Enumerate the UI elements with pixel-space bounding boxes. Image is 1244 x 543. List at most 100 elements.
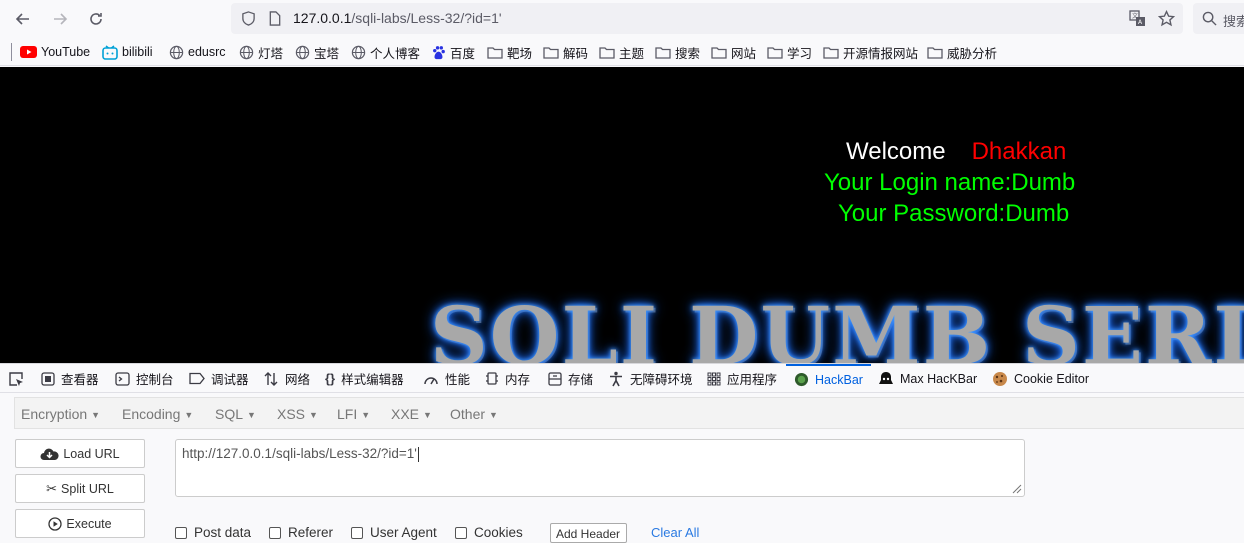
scissors-icon: ✂ — [46, 480, 58, 496]
globe-icon — [169, 45, 184, 59]
element-picker-button[interactable] — [8, 364, 24, 393]
back-button[interactable] — [10, 6, 36, 32]
bookmark-bilibili[interactable]: bilibili — [102, 43, 153, 61]
bookmark-label: bilibili — [122, 45, 153, 59]
forward-button[interactable] — [47, 6, 73, 32]
play-icon — [48, 516, 63, 531]
bookmark-baota[interactable]: 宝塔 — [295, 43, 339, 61]
checkbox[interactable] — [455, 526, 467, 539]
search-placeholder: 搜索 — [1223, 15, 1244, 30]
bookmark-edusrc[interactable]: edusrc — [169, 43, 226, 61]
bookmark-label: 主题 — [619, 46, 645, 61]
page-content: Welcome Dhakkan Your Login name:Dumb Your… — [0, 67, 1244, 363]
page-icon[interactable] — [268, 11, 282, 26]
tab-accessibility[interactable]: 无障碍环境 — [608, 364, 693, 393]
globe-icon — [295, 45, 310, 59]
bookmarks-separator — [11, 43, 12, 61]
menu-xss[interactable]: XSS ▼ — [277, 406, 318, 422]
bookmark-dengta[interactable]: 灯塔 — [239, 43, 283, 61]
accessibility-icon — [610, 371, 622, 386]
tab-cookie-editor[interactable]: Cookie Editor — [992, 364, 1089, 393]
star-icon[interactable] — [1158, 10, 1175, 27]
bookmark-label: 网站 — [731, 46, 757, 61]
bookmark-folder-range[interactable]: 靶场 — [487, 43, 532, 61]
bookmark-folder-theme[interactable]: 主题 — [599, 43, 644, 61]
bookmark-folder-search[interactable]: 搜索 — [655, 43, 700, 61]
checkbox[interactable] — [351, 526, 363, 539]
forward-arrow-icon — [54, 13, 68, 25]
split-url-button[interactable]: ✂ Split URL — [15, 474, 145, 503]
option-referer[interactable]: Referer — [269, 525, 333, 540]
bookmark-folder-decode[interactable]: 解码 — [543, 43, 588, 61]
url-bar[interactable]: 127.0.0.1/sqli-labs/Less-32/?id=1' 文A — [231, 3, 1183, 34]
tab-performance[interactable]: 性能 — [423, 364, 470, 393]
menu-encryption[interactable]: Encryption ▼ — [21, 406, 100, 422]
tab-memory[interactable]: 内存 — [485, 364, 530, 393]
url-text[interactable]: 127.0.0.1/sqli-labs/Less-32/?id=1' — [293, 10, 502, 26]
tab-application[interactable]: 应用程序 — [707, 364, 777, 393]
execute-button[interactable]: Execute — [15, 509, 145, 538]
cloud-download-icon — [40, 448, 59, 460]
sqli-banner-logo: SQLI DUMB SERIES — [430, 289, 1244, 363]
checkbox[interactable] — [175, 526, 187, 539]
reload-button[interactable] — [83, 6, 109, 32]
caret-down-icon: ▼ — [247, 410, 256, 421]
tab-max-hackbar[interactable]: Max HacKBar — [878, 364, 977, 393]
option-label: Cookies — [474, 525, 523, 540]
resize-grip-icon[interactable] — [1010, 482, 1022, 494]
tab-inspector[interactable]: 查看器 — [41, 364, 99, 393]
add-header-button[interactable]: Add Header — [550, 523, 627, 543]
tab-style-editor[interactable]: {} 样式编辑器 — [325, 364, 404, 393]
tab-network[interactable]: 网络 — [263, 364, 310, 393]
caret-down-icon: ▼ — [361, 410, 371, 421]
load-url-button[interactable]: Load URL — [15, 439, 145, 468]
tab-hackbar[interactable]: HackBar — [786, 364, 871, 393]
menu-other[interactable]: Other ▼ — [450, 406, 498, 422]
shield-icon[interactable] — [241, 11, 256, 26]
hackbar-panel: Encryption ▼ Encoding ▼ SQL ▼ XSS ▼ LFI ▼ XXE… — [0, 393, 1244, 543]
text-cursor — [417, 446, 419, 462]
menu-xxe[interactable]: XXE ▼ — [391, 406, 432, 422]
devtools-toolbar: 查看器 控制台 调试器 网络 {} 样式编辑器 性能 内存 存储 无障碍环境 应… — [0, 363, 1244, 393]
picker-icon — [9, 371, 23, 386]
folder-icon — [711, 46, 727, 59]
option-post-data[interactable]: Post data — [175, 525, 251, 540]
bookmark-label: 搜索 — [675, 46, 701, 61]
memory-icon — [486, 372, 498, 385]
tab-label: 控制台 — [136, 373, 174, 387]
translate-icon[interactable]: 文A — [1129, 10, 1146, 27]
bookmark-folder-sites[interactable]: 网站 — [711, 43, 756, 61]
bookmark-folder-osint[interactable]: 开源情报网站 — [823, 43, 918, 61]
globe-icon — [351, 45, 366, 59]
menu-label: XXE — [391, 406, 420, 422]
tab-storage[interactable]: 存储 — [548, 364, 593, 393]
option-label: User Agent — [370, 525, 437, 540]
bookmark-label: 百度 — [450, 46, 476, 61]
bookmark-folder-threat[interactable]: 威胁分析 — [927, 43, 997, 61]
url-host: 127.0.0.1 — [293, 10, 352, 26]
globe-icon — [239, 45, 254, 59]
tab-debugger[interactable]: 调试器 — [189, 364, 249, 393]
bookmark-blog[interactable]: 个人博客 — [351, 43, 420, 61]
bookmark-baidu[interactable]: 百度 — [431, 43, 475, 61]
tab-label: Cookie Editor — [1014, 371, 1090, 386]
menu-encoding[interactable]: Encoding ▼ — [122, 406, 193, 422]
navigation-toolbar: 127.0.0.1/sqli-labs/Less-32/?id=1' 文A 搜索 — [0, 0, 1244, 37]
caret-down-icon: ▼ — [489, 410, 498, 421]
bookmark-folder-study[interactable]: 学习 — [767, 43, 812, 61]
network-icon — [264, 371, 278, 386]
hackbar-url-textarea[interactable]: http://127.0.0.1/sqli-labs/Less-32/?id=1… — [175, 439, 1025, 497]
menu-lfi[interactable]: LFI ▼ — [337, 406, 370, 422]
folder-icon — [655, 46, 671, 59]
checkbox[interactable] — [269, 526, 281, 539]
search-box[interactable]: 搜索 — [1193, 3, 1244, 34]
option-cookies[interactable]: Cookies — [455, 525, 523, 540]
tab-console[interactable]: 控制台 — [115, 364, 174, 393]
clear-all-link[interactable]: Clear All — [651, 525, 699, 540]
bookmark-youtube[interactable]: YouTube — [20, 43, 90, 61]
bookmark-label: 灯塔 — [258, 46, 284, 61]
menu-sql[interactable]: SQL ▼ — [215, 406, 256, 422]
storage-icon — [548, 371, 562, 386]
bookmark-label: 学习 — [787, 46, 813, 61]
option-user-agent[interactable]: User Agent — [351, 525, 437, 540]
